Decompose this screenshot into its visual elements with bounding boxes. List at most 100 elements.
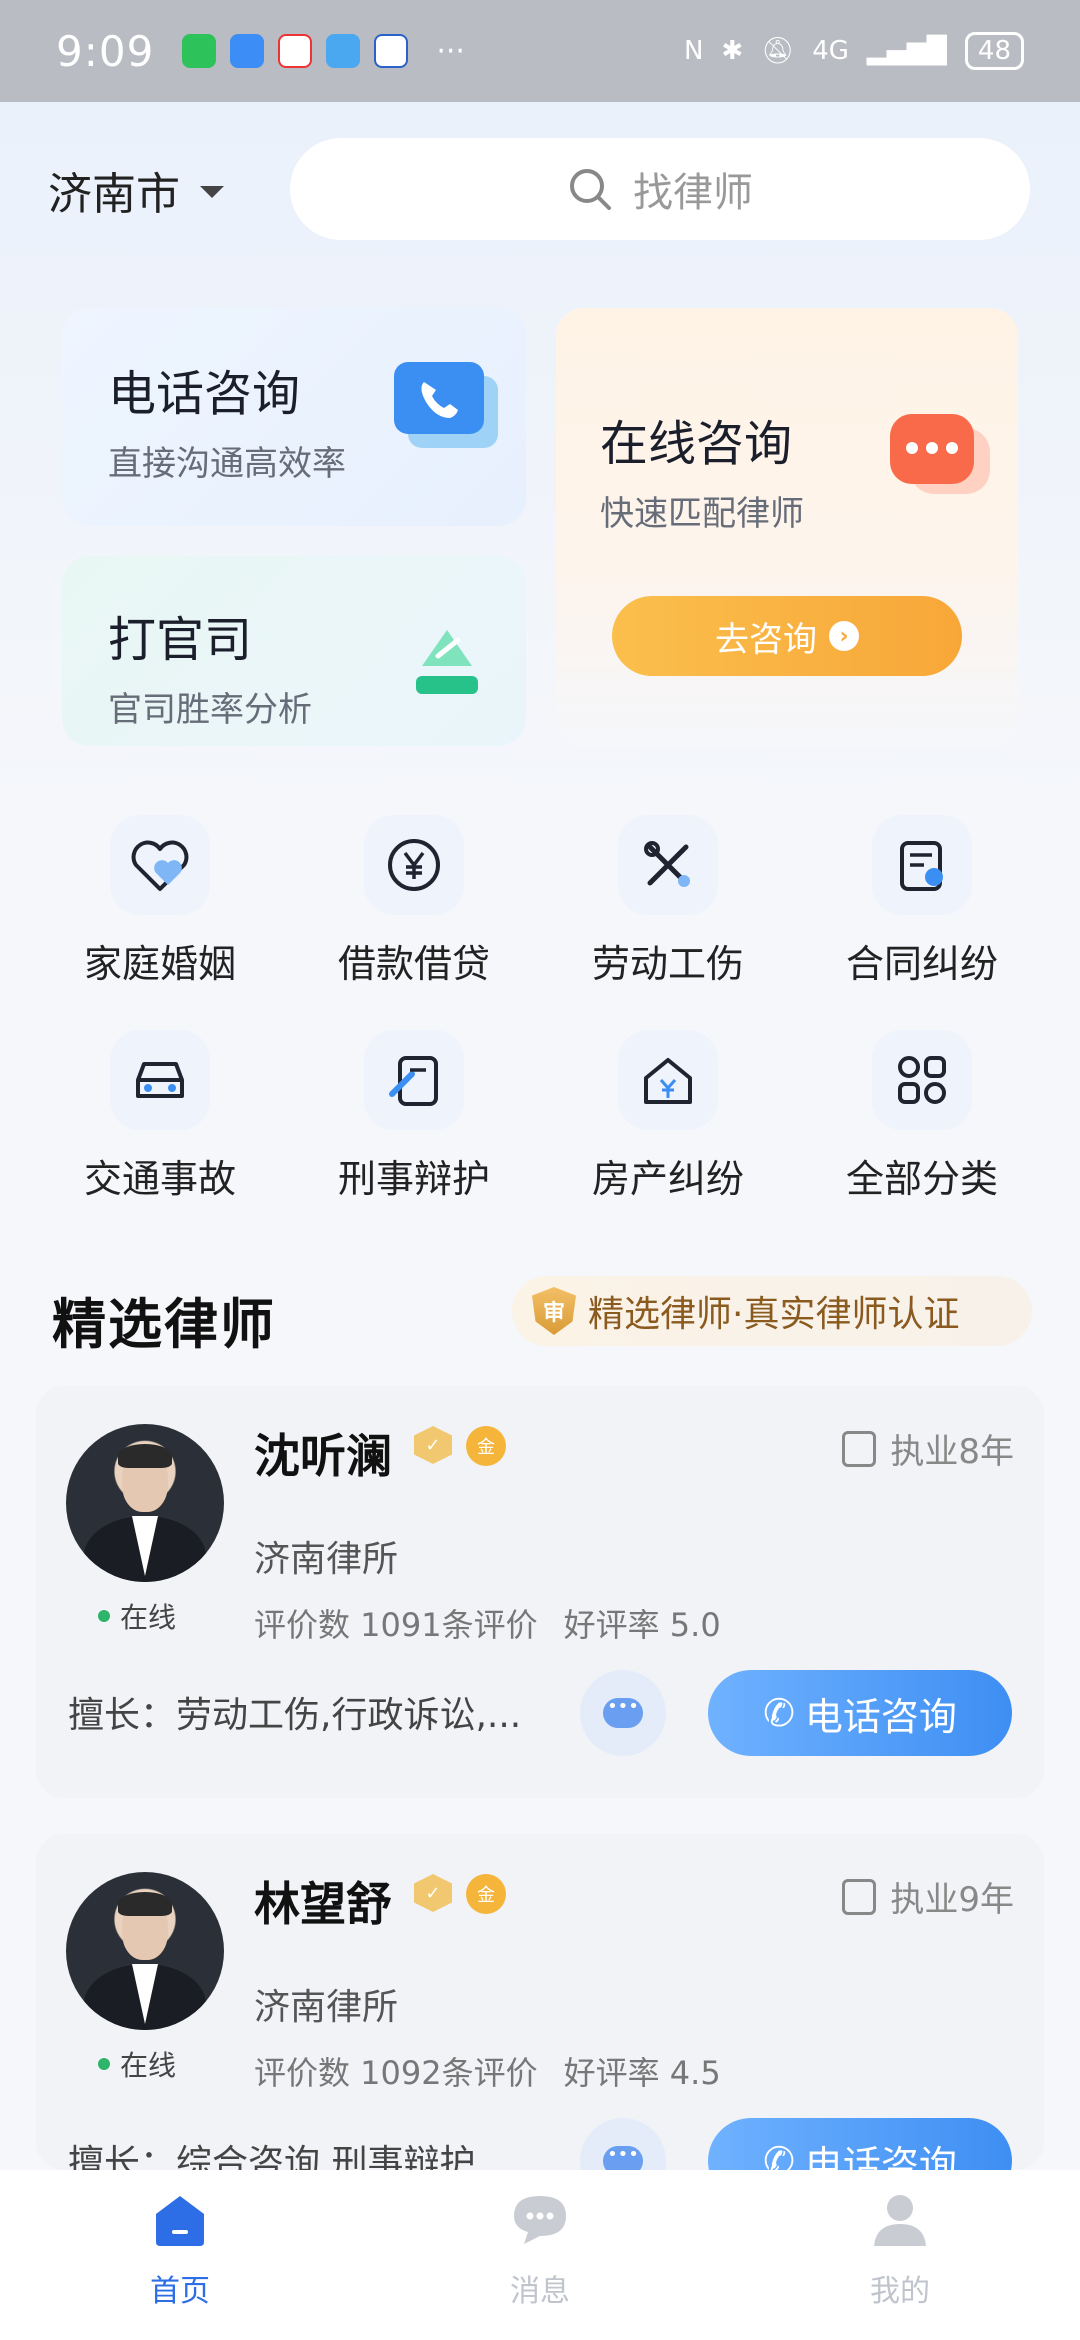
category-label: 家庭婚姻 bbox=[83, 942, 236, 986]
chat-button[interactable]: ••• bbox=[580, 1670, 666, 1756]
category-criminal-defense[interactable]: 刑事辩护 bbox=[314, 1030, 514, 1203]
lawsuit-title: 打官司 bbox=[108, 612, 253, 668]
nav-label: 消息 bbox=[510, 2274, 570, 2309]
verified-badge-text: 精选律师·真实律师认证 bbox=[588, 1294, 960, 1335]
lawyer-name: 林望舒 bbox=[254, 1877, 392, 1931]
category-family-marriage[interactable]: 家庭婚姻 bbox=[60, 815, 260, 988]
category-labor-injury[interactable]: 劳动工伤 bbox=[568, 815, 768, 988]
verified-icon: ✓ bbox=[414, 1426, 452, 1464]
chat-icon: ••• bbox=[603, 2146, 643, 2170]
wechat-icon bbox=[182, 34, 217, 68]
nav-profile[interactable]: 我的 bbox=[800, 2190, 1000, 2310]
nav-label: 我的 bbox=[870, 2274, 930, 2309]
grid-icon bbox=[872, 1030, 972, 1130]
lawyer-badges: ✓ 金 bbox=[414, 1874, 506, 1914]
practice-years-label: 执业8年 bbox=[890, 1432, 1014, 1472]
message-icon bbox=[514, 2196, 566, 2244]
go-consult-button[interactable]: 去咨询 › bbox=[612, 596, 962, 676]
yuan-icon bbox=[364, 815, 464, 915]
nav-label: 首页 bbox=[150, 2274, 210, 2309]
status-time: 9:09 bbox=[56, 26, 155, 76]
category-traffic-accident[interactable]: 交通事故 bbox=[60, 1030, 260, 1203]
city-label: 济南市 bbox=[48, 169, 180, 220]
online-label: 在线 bbox=[120, 1601, 177, 1634]
nav-messages[interactable]: 消息 bbox=[440, 2190, 640, 2310]
lawsuit-subtitle: 官司胜率分析 bbox=[108, 690, 312, 730]
rating-info: 评价数 1092条评价 好评率 4.5 bbox=[254, 2048, 747, 2094]
category-label: 房产纠纷 bbox=[591, 1157, 744, 1201]
arrow-right-icon: › bbox=[829, 621, 859, 651]
lawyer-card[interactable]: 在线 林望舒 ✓ 金 执业9年 济南律所 评价数 1092条评价 好评率 4.5 … bbox=[36, 1834, 1044, 2170]
gavel-document-icon bbox=[364, 1030, 464, 1130]
practice-years: 执业8年 bbox=[842, 1424, 1014, 1473]
lawyer-name: 沈听澜 bbox=[254, 1429, 392, 1483]
review-count: 评价数 1091条评价 bbox=[254, 1606, 538, 1644]
id-card-icon bbox=[842, 1878, 877, 1915]
verified-icon: ✓ bbox=[414, 1874, 452, 1912]
tools-icon bbox=[618, 815, 718, 915]
lawsuit-card[interactable]: 打官司 官司胜率分析 bbox=[62, 556, 526, 746]
system-indicators: N ✱ 🔕︎ 4G ▂▄▆█ 48 bbox=[684, 32, 1024, 70]
category-loans[interactable]: 借款借贷 bbox=[314, 815, 514, 988]
id-card-icon bbox=[842, 1430, 877, 1467]
home-icon bbox=[156, 2196, 204, 2246]
online-consult-card[interactable]: 在线咨询 快速匹配律师 去咨询 › bbox=[556, 308, 1018, 748]
phone-icon: ✆ bbox=[763, 1691, 795, 1735]
status-bar: 9:09 ··· N ✱ 🔕︎ 4G ▂▄▆█ 48 bbox=[0, 0, 1080, 102]
category-label: 刑事辩护 bbox=[337, 1157, 490, 1201]
battery-indicator: 48 bbox=[964, 32, 1024, 70]
law-firm: 济南律所 bbox=[254, 1987, 399, 2028]
category-label: 劳动工伤 bbox=[591, 942, 744, 986]
category-contract[interactable]: 合同纠纷 bbox=[822, 815, 1022, 988]
category-label: 交通事故 bbox=[83, 1157, 236, 1201]
lawyer-badges: ✓ 金 bbox=[414, 1426, 506, 1466]
phone-consult-label: 电话咨询 bbox=[804, 1694, 957, 1739]
phone-consult-button[interactable]: ✆ 电话咨询 bbox=[708, 1670, 1012, 1756]
online-consult-title: 在线咨询 bbox=[600, 416, 793, 472]
verified-badge: 审 精选律师·真实律师认证 bbox=[512, 1276, 1032, 1346]
law-firm: 济南律所 bbox=[254, 1539, 399, 1580]
search-input[interactable]: 找律师 bbox=[290, 138, 1030, 240]
contract-icon bbox=[872, 815, 972, 915]
news-app-icon bbox=[278, 34, 313, 68]
phone-consult-button[interactable]: ✆ 电话咨询 bbox=[708, 2118, 1012, 2170]
practice-years-label: 执业9年 bbox=[890, 1880, 1014, 1920]
city-selector[interactable]: 济南市 bbox=[48, 158, 224, 222]
weather-app-icon bbox=[326, 34, 361, 68]
mute-icon: 🔕︎ bbox=[761, 36, 795, 66]
category-all[interactable]: 全部分类 bbox=[822, 1030, 1022, 1203]
notification-icons: ··· bbox=[182, 34, 465, 69]
heart-icon bbox=[110, 815, 210, 915]
chat-button[interactable]: ••• bbox=[580, 2118, 666, 2170]
practice-years: 执业9年 bbox=[842, 1872, 1014, 1921]
gavel-icon bbox=[416, 630, 478, 694]
search-placeholder: 找律师 bbox=[633, 170, 753, 216]
phone-icon bbox=[394, 362, 498, 448]
rating-score: 好评率 5.0 bbox=[563, 1606, 721, 1644]
online-dot-icon bbox=[98, 2058, 110, 2070]
specialty: 擅长：劳动工伤,行政诉讼,... bbox=[68, 1695, 522, 1736]
phone-consult-card[interactable]: 电话咨询 直接沟通高效率 bbox=[62, 308, 526, 526]
car-icon bbox=[110, 1030, 210, 1130]
gold-medal-icon: 金 bbox=[466, 1426, 506, 1466]
lawyer-card[interactable]: 在线 沈听澜 ✓ 金 执业8年 济南律所 评价数 1091条评价 好评率 5.0 … bbox=[36, 1386, 1044, 1798]
online-label: 在线 bbox=[120, 2049, 177, 2082]
go-consult-label: 去咨询 bbox=[715, 619, 817, 660]
online-consult-subtitle: 快速匹配律师 bbox=[600, 494, 804, 534]
category-real-estate[interactable]: 房产纠纷 bbox=[568, 1030, 768, 1203]
profile-icon bbox=[874, 2195, 926, 2246]
bank-app-icon bbox=[374, 34, 409, 68]
shield-icon: 审 bbox=[532, 1287, 576, 1335]
signal-icon: ▂▄▆█ bbox=[866, 36, 947, 66]
network-type: 4G bbox=[812, 36, 849, 66]
nav-home[interactable]: 首页 bbox=[80, 2190, 280, 2310]
online-dot-icon bbox=[98, 1610, 110, 1622]
bottom-nav: 首页 消息 我的 bbox=[0, 2170, 1080, 2340]
category-label: 全部分类 bbox=[845, 1157, 998, 1201]
phone-consult-title: 电话咨询 bbox=[108, 366, 301, 422]
gold-medal-icon: 金 bbox=[466, 1874, 506, 1914]
rating-score: 好评率 4.5 bbox=[563, 2054, 721, 2092]
chevron-down-icon bbox=[200, 186, 224, 198]
specialty: 擅长：综合咨询,刑事辩护 bbox=[68, 2143, 476, 2170]
online-status: 在线 bbox=[98, 1596, 176, 1636]
